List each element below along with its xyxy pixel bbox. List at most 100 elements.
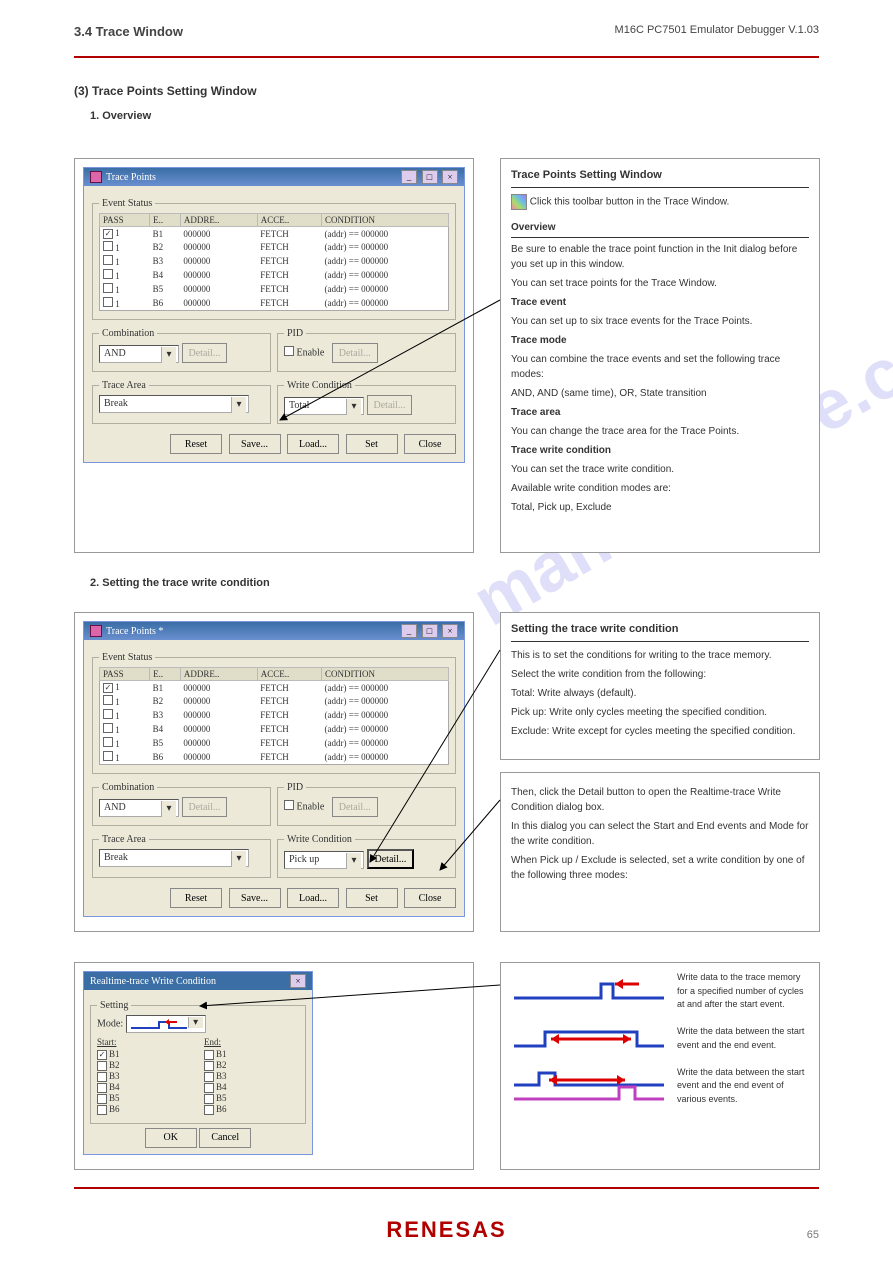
pid-enable-check[interactable]: [284, 800, 294, 810]
ok-button[interactable]: OK: [145, 1128, 197, 1148]
desc-text: Trace area: [511, 407, 561, 418]
desc-panel-3: Write data to the trace memory for a spe…: [500, 962, 820, 1170]
setting-legend: Setting: [97, 1000, 131, 1011]
table-row: 1B5000000FETCH(addr) == 000000: [100, 736, 449, 750]
mode-label: Mode:: [97, 1018, 123, 1029]
desc-text: Pick up: Write only cycles meeting the s…: [511, 705, 809, 720]
row-check[interactable]: [103, 255, 113, 265]
row-check[interactable]: [103, 269, 113, 279]
desc-text: Trace mode: [511, 335, 567, 346]
col-pass[interactable]: PASS: [100, 214, 150, 227]
event-table[interactable]: PASS E.. ADDRE.. ACCE.. CONDITION ✓ 1B10…: [99, 213, 449, 311]
table-row: 1B3000000FETCH(addr) == 000000: [100, 708, 449, 722]
set-button[interactable]: Set: [346, 434, 398, 454]
row-check[interactable]: [103, 751, 113, 761]
col-addr[interactable]: ADDRE..: [180, 668, 257, 681]
mode-select[interactable]: [126, 1015, 206, 1033]
desc-text: Total: Write always (default).: [511, 686, 809, 701]
tracearea-select[interactable]: Break: [99, 395, 249, 413]
event-status-legend: Event Status: [99, 652, 155, 663]
set-button[interactable]: Set: [346, 888, 398, 908]
panel-1-frame: Trace Points _ □ × Event Status PASS E..…: [74, 158, 474, 553]
top-rule: [74, 56, 819, 58]
table-row: 1B6000000FETCH(addr) == 000000: [100, 750, 449, 765]
titlebar[interactable]: Trace Points _ □ ×: [84, 168, 464, 186]
end-item: B6: [204, 1104, 299, 1115]
mode-glyph-icon: [129, 1018, 189, 1030]
page-number: 65: [807, 1229, 819, 1241]
col-pass[interactable]: PASS: [100, 668, 150, 681]
desc-text: AND, AND (same time), OR, State transiti…: [511, 386, 809, 401]
row-check[interactable]: ✓: [103, 683, 113, 693]
writecond-select[interactable]: Pick up: [284, 851, 364, 869]
cancel-button[interactable]: Cancel: [199, 1128, 251, 1148]
save-button[interactable]: Save...: [229, 888, 281, 908]
table-row: 1B3000000FETCH(addr) == 000000: [100, 254, 449, 268]
row-check[interactable]: [103, 297, 113, 307]
desc-text: You can set up to six trace events for t…: [511, 314, 809, 329]
combination-select[interactable]: AND: [99, 345, 179, 363]
app-icon: [90, 171, 102, 183]
col-acc[interactable]: ACCE..: [257, 668, 321, 681]
close-button[interactable]: ×: [442, 170, 458, 184]
tracearea-legend: Trace Area: [99, 380, 149, 391]
load-button[interactable]: Load...: [287, 434, 339, 454]
title-text: Trace Points: [106, 172, 399, 183]
desc-text: Available write condition modes are:: [511, 481, 809, 496]
app-icon: [90, 625, 102, 637]
col-cond[interactable]: CONDITION: [322, 668, 449, 681]
col-addr[interactable]: ADDRE..: [180, 214, 257, 227]
load-button[interactable]: Load...: [287, 888, 339, 908]
minimize-button[interactable]: _: [401, 170, 417, 184]
close-button[interactable]: Close: [404, 888, 456, 908]
combination-legend: Combination: [99, 328, 157, 339]
writecond-detail-button[interactable]: Detail...: [367, 849, 415, 869]
desc1-title: Trace Points Setting Window: [511, 167, 809, 188]
titlebar[interactable]: Trace Points * _ □ ×: [84, 622, 464, 640]
table-row: ✓ 1B1000000FETCH(addr) == 000000: [100, 681, 449, 695]
end-item: B1: [204, 1049, 299, 1060]
row-check[interactable]: [103, 695, 113, 705]
trace-points-window-2: Trace Points * _ □ × Event Status PASS E…: [83, 621, 465, 917]
reset-button[interactable]: Reset: [170, 888, 222, 908]
writecond-select[interactable]: Total: [284, 397, 364, 415]
maximize-button[interactable]: □: [422, 170, 438, 184]
end-item: B4: [204, 1082, 299, 1093]
writecond-detail-button: Detail...: [367, 395, 413, 415]
row-check[interactable]: ✓: [103, 229, 113, 239]
row-check[interactable]: [103, 283, 113, 293]
col-cond[interactable]: CONDITION: [322, 214, 449, 227]
table-row: ✓ 1B1000000FETCH(addr) == 000000: [100, 227, 449, 241]
event-table[interactable]: PASS E.. ADDRE.. ACCE.. CONDITION ✓ 1B10…: [99, 667, 449, 765]
combination-select[interactable]: AND: [99, 799, 179, 817]
table-row: 1B2000000FETCH(addr) == 000000: [100, 240, 449, 254]
trace-toolbar-icon: [511, 194, 527, 210]
tracearea-select[interactable]: Break: [99, 849, 249, 867]
tracearea-legend: Trace Area: [99, 834, 149, 845]
table-row: 1B4000000FETCH(addr) == 000000: [100, 722, 449, 736]
start-item: B2: [97, 1060, 192, 1071]
row-check[interactable]: [103, 723, 113, 733]
row-check[interactable]: [103, 709, 113, 719]
event-status-legend: Event Status: [99, 198, 155, 209]
renesas-logo: RENESAS: [386, 1217, 506, 1243]
close-button[interactable]: ×: [290, 974, 306, 988]
col-acc[interactable]: ACCE..: [257, 214, 321, 227]
title-text: Realtime-trace Write Condition: [90, 976, 288, 987]
row-check[interactable]: [103, 241, 113, 251]
col-e[interactable]: E..: [150, 214, 181, 227]
start-label: Start:: [97, 1037, 192, 1047]
titlebar[interactable]: Realtime-trace Write Condition ×: [84, 972, 312, 990]
mode-desc: Write the data between the start event a…: [677, 1025, 811, 1052]
row-check[interactable]: [103, 737, 113, 747]
reset-button[interactable]: Reset: [170, 434, 222, 454]
pid-enable-check[interactable]: [284, 346, 294, 356]
doc-title: M16C PC7501 Emulator Debugger V.1.03: [615, 24, 819, 36]
close-button[interactable]: ×: [442, 624, 458, 638]
start-item: B6: [97, 1104, 192, 1115]
close-button[interactable]: Close: [404, 434, 456, 454]
col-e[interactable]: E..: [150, 668, 181, 681]
minimize-button[interactable]: _: [401, 624, 417, 638]
save-button[interactable]: Save...: [229, 434, 281, 454]
maximize-button[interactable]: □: [422, 624, 438, 638]
